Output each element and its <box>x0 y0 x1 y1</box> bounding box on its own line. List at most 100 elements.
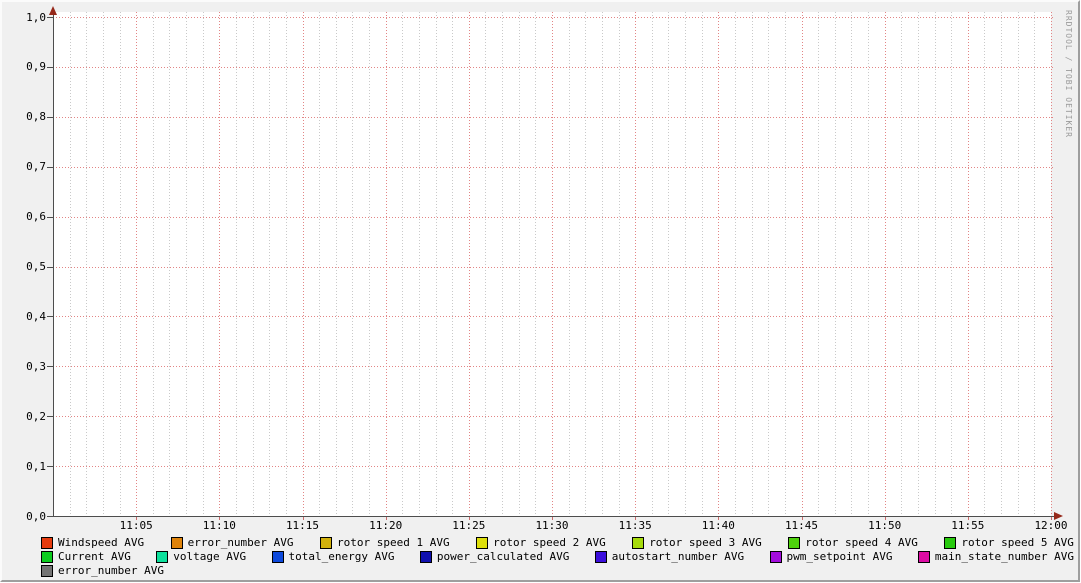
gridline-x-minor <box>419 12 420 516</box>
y-axis-tick-label: 0,6 <box>2 210 46 223</box>
gridline-x-minor <box>585 12 586 516</box>
legend-swatch-icon <box>476 537 488 549</box>
gridline-x-minor <box>86 12 87 516</box>
gridline-x-minor <box>402 12 403 516</box>
gridline-x-major <box>386 12 387 519</box>
x-axis-tick-label: 11:10 <box>197 519 241 532</box>
gridline-x-minor <box>269 12 270 516</box>
gridline-x-minor <box>685 12 686 516</box>
legend-swatch-icon <box>41 565 53 577</box>
legend-item: power_calculated AVG <box>420 550 569 563</box>
x-axis-tick <box>469 517 470 520</box>
y-axis-tick-label: 0,0 <box>2 510 46 523</box>
legend-label: rotor speed 1 AVG <box>337 536 450 549</box>
gridline-x-major <box>1051 12 1052 519</box>
gridline-x-minor <box>835 12 836 516</box>
gridline-x-minor <box>951 12 952 516</box>
legend-label: autostart_number AVG <box>612 550 744 563</box>
legend-swatch-icon <box>632 537 644 549</box>
gridline-y-major <box>53 267 1055 268</box>
y-axis-tick-label: 0,7 <box>2 160 46 173</box>
gridline-x-minor <box>186 12 187 516</box>
x-axis-tick <box>802 517 803 520</box>
gridline-y-major <box>53 366 1055 367</box>
x-axis-tick <box>552 517 553 520</box>
gridline-x-minor <box>336 12 337 516</box>
gridline-y-major <box>53 217 1055 218</box>
x-axis-tick <box>1051 517 1052 520</box>
x-axis-tick <box>303 517 304 520</box>
legend-item: rotor speed 2 AVG <box>476 536 606 549</box>
x-axis-line <box>47 516 1055 517</box>
legend-item: total_energy AVG <box>272 550 395 563</box>
gridline-x-minor <box>702 12 703 516</box>
x-axis-tick <box>885 517 886 520</box>
x-axis-arrow-icon <box>1054 512 1063 520</box>
x-axis-tick <box>136 517 137 520</box>
gridline-x-minor <box>619 12 620 516</box>
y-axis-tick-label: 0,9 <box>2 60 46 73</box>
legend-label: error_number AVG <box>58 564 164 577</box>
legend-swatch-icon <box>272 551 284 563</box>
gridline-x-minor <box>236 12 237 516</box>
x-axis-tick <box>386 517 387 520</box>
y-axis-tick-label: 0,8 <box>2 110 46 123</box>
gridline-x-minor <box>319 12 320 516</box>
legend-item: rotor speed 3 AVG <box>632 536 762 549</box>
gridline-y-major <box>53 17 1055 18</box>
x-axis-tick-label: 11:30 <box>530 519 574 532</box>
y-axis-tick-label: 0,2 <box>2 410 46 423</box>
legend-label: rotor speed 5 AVG <box>961 536 1074 549</box>
legend-label: total_energy AVG <box>289 550 395 563</box>
y-axis-tick-label: 0,3 <box>2 360 46 373</box>
x-axis-tick-label: 11:35 <box>613 519 657 532</box>
legend-swatch-icon <box>320 537 332 549</box>
y-axis-tick-label: 0,4 <box>2 310 46 323</box>
gridline-x-minor <box>352 12 353 516</box>
legend-swatch-icon <box>171 537 183 549</box>
legend-item: pwm_setpoint AVG <box>770 550 893 563</box>
gridline-x-minor <box>918 12 919 516</box>
gridline-x-minor <box>519 12 520 516</box>
legend-item: rotor speed 5 AVG <box>944 536 1074 549</box>
gridline-x-minor <box>502 12 503 516</box>
gridline-x-minor <box>668 12 669 516</box>
legend-item: error_number AVG <box>171 536 294 549</box>
gridline-x-minor <box>253 12 254 516</box>
gridline-x-minor <box>752 12 753 516</box>
watermark: RRDTOOL / TOBI OETIKER <box>1064 10 1073 138</box>
gridline-x-major <box>635 12 636 519</box>
rrdtool-graph: 1,00,90,80,70,60,50,40,30,20,10,0 11:051… <box>0 0 1081 583</box>
gridline-y-major <box>53 117 1055 118</box>
legend-item: autostart_number AVG <box>595 550 744 563</box>
legend-label: voltage AVG <box>173 550 246 563</box>
legend-item: Windspeed AVG <box>41 536 144 549</box>
gridline-x-major <box>303 12 304 519</box>
gridline-y-major <box>53 316 1055 317</box>
gridline-x-minor <box>868 12 869 516</box>
legend-swatch-icon <box>420 551 432 563</box>
gridline-x-minor <box>535 12 536 516</box>
gridline-x-minor <box>569 12 570 516</box>
legend-row-3: error_number AVG <box>41 564 1074 577</box>
gridline-x-minor <box>602 12 603 516</box>
x-axis-tick-label: 11:40 <box>696 519 740 532</box>
legend-swatch-icon <box>918 551 930 563</box>
x-axis-tick <box>718 517 719 520</box>
gridline-y-major <box>53 167 1055 168</box>
legend-swatch-icon <box>788 537 800 549</box>
x-axis-tick-label: 11:15 <box>281 519 325 532</box>
legend-label: rotor speed 3 AVG <box>649 536 762 549</box>
legend-item: voltage AVG <box>156 550 246 563</box>
legend-swatch-icon <box>770 551 782 563</box>
y-axis-line <box>53 14 54 517</box>
legend-label: error_number AVG <box>188 536 294 549</box>
y-axis-arrow-icon <box>49 6 57 15</box>
gridline-x-minor <box>1018 12 1019 516</box>
x-axis-tick <box>968 517 969 520</box>
gridline-x-minor <box>120 12 121 516</box>
gridline-x-minor <box>735 12 736 516</box>
gridline-x-minor <box>153 12 154 516</box>
y-axis-tick-label: 0,5 <box>2 260 46 273</box>
x-axis-tick-label: 11:50 <box>863 519 907 532</box>
